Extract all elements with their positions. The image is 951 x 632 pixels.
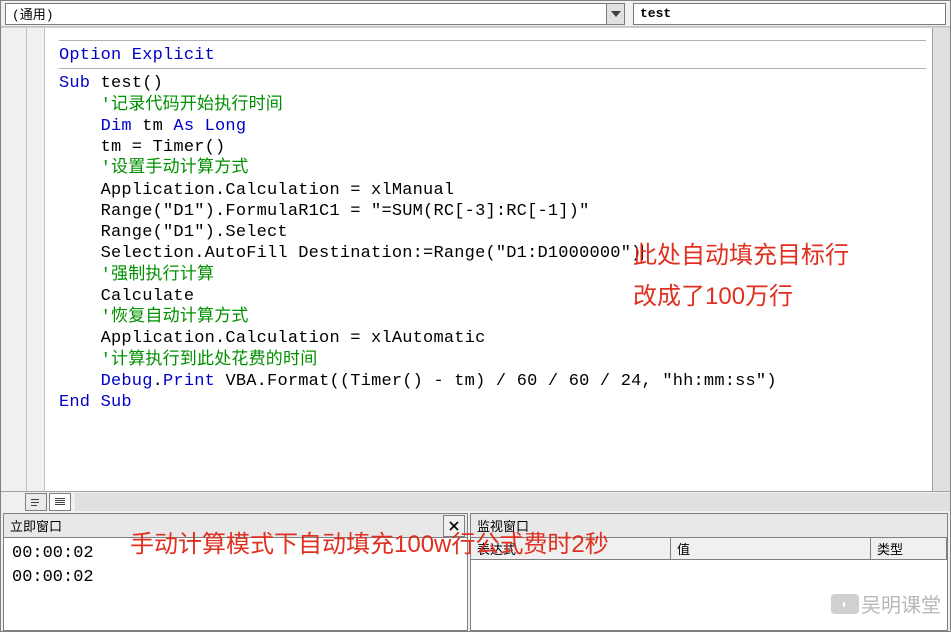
vba-ide-window: (通用) test Option Explicit Sub test() '记录… xyxy=(0,0,951,632)
procedure-view-button[interactable] xyxy=(25,493,47,511)
procedure-dropdown-label: test xyxy=(640,6,671,21)
object-dropdown-label: (通用) xyxy=(12,4,606,23)
code-outer-gutter xyxy=(1,28,27,491)
immediate-window-title: 立即窗口 xyxy=(10,516,62,535)
watermark: ◐ 吴明课堂 xyxy=(831,589,941,618)
code-editor[interactable]: Option Explicit Sub test() '记录代码开始执行时间 D… xyxy=(45,28,932,491)
watermark-text: 吴明课堂 xyxy=(861,589,941,618)
view-mode-bar xyxy=(1,491,950,511)
procedure-dropdown[interactable]: test xyxy=(633,3,946,25)
immediate-line: 00:00:02 xyxy=(12,566,459,590)
annotation-right: 此处自动填充目标行 改成了100万行 xyxy=(633,236,849,318)
breakpoint-gutter[interactable] xyxy=(27,28,45,491)
code-area: Option Explicit Sub test() '记录代码开始执行时间 D… xyxy=(1,27,950,511)
vertical-scrollbar[interactable] xyxy=(932,28,950,491)
watch-col-type[interactable]: 类型 xyxy=(871,538,947,559)
object-dropdown[interactable]: (通用) xyxy=(5,3,625,25)
code-text[interactable]: Option Explicit Sub test() '记录代码开始执行时间 D… xyxy=(45,28,932,417)
chevron-down-icon xyxy=(606,4,624,24)
full-module-view-button[interactable] xyxy=(49,493,71,511)
horizontal-scrollbar[interactable] xyxy=(75,493,950,511)
annotation-bottom: 手动计算模式下自动填充100w行公式费时2秒 xyxy=(130,525,609,566)
code-pane-header: (通用) test xyxy=(1,1,950,27)
wechat-icon: ◐ xyxy=(831,594,859,614)
watch-col-value[interactable]: 值 xyxy=(671,538,871,559)
